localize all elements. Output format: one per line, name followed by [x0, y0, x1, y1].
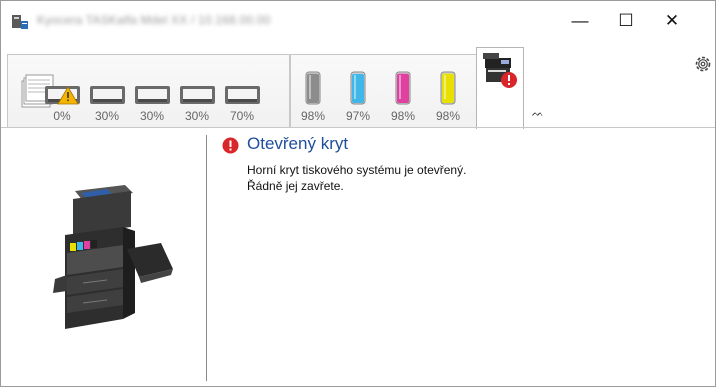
tray-level-label: 30%: [184, 109, 210, 123]
toner-cyan-icon: [350, 71, 366, 105]
title-bar[interactable]: Kyocera TASKalfa Mdel XX / 10.168.00.00 …: [1, 1, 715, 41]
window-title: Kyocera TASKalfa Mdel XX / 10.168.00.00: [37, 13, 271, 27]
maximize-button[interactable]: ☐: [603, 1, 649, 41]
device-error-icon: [483, 53, 517, 88]
toner-panel[interactable]: 98% 97% 98% 98%: [290, 54, 478, 128]
toner-level-label: 98%: [300, 109, 326, 123]
tray-icon: [90, 86, 125, 104]
close-button[interactable]: ✕: [649, 1, 695, 41]
alert-message-line: Řádně jej zavřete.: [247, 179, 344, 193]
status-toolbar: 0% 30% 30% 30% 70% 98% 97% 98% 98% ᨓ: [1, 41, 715, 129]
error-icon: [222, 137, 239, 154]
alert-message-line: Horní kryt tiskového systému je otevřený…: [247, 163, 467, 177]
pane-divider: [206, 135, 207, 381]
toner-level-label: 98%: [390, 109, 416, 123]
paper-tray-panel[interactable]: 0% 30% 30% 30% 70%: [7, 54, 290, 128]
collapse-toolbar-button[interactable]: ᨓ: [531, 108, 545, 120]
gear-icon[interactable]: [693, 54, 713, 74]
toner-magenta-icon: [395, 71, 411, 105]
toner-yellow-icon: [440, 71, 456, 105]
status-monitor-window: Kyocera TASKalfa Mdel XX / 10.168.00.00 …: [0, 0, 716, 387]
toner-level-label: 98%: [435, 109, 461, 123]
tray-level-label: 70%: [229, 109, 255, 123]
minimize-button[interactable]: —: [557, 1, 603, 41]
tray-icon: [225, 86, 260, 104]
printer-app-icon: [11, 14, 29, 30]
toner-black-icon: [305, 71, 321, 105]
tray-warning-icon: [45, 86, 80, 105]
printer-illustration: [53, 185, 173, 329]
tray-icon: [180, 86, 215, 104]
device-status-tab[interactable]: [476, 47, 524, 129]
tray-level-label: 30%: [139, 109, 165, 123]
tray-icon: [135, 86, 170, 104]
tray-level-label: 30%: [94, 109, 120, 123]
tray-level-label: 0%: [53, 109, 71, 123]
alert-title: Otevřený kryt: [247, 134, 349, 153]
content-separator: [1, 127, 715, 128]
toner-level-label: 97%: [345, 109, 371, 123]
